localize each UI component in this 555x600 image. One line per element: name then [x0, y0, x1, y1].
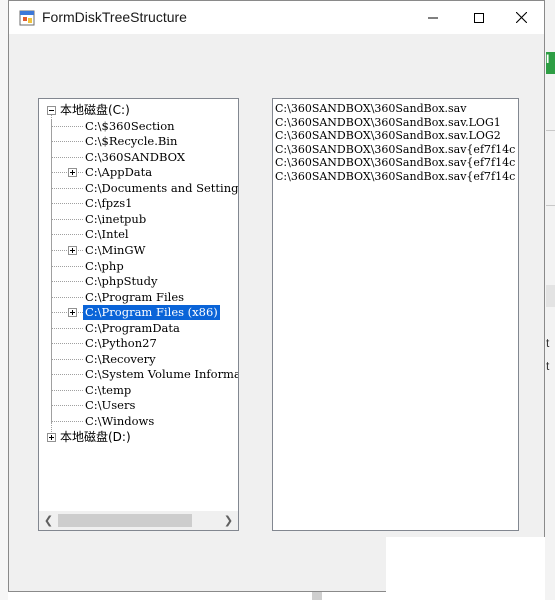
minimize-icon: [428, 17, 438, 18]
tree-node-folder[interactable]: C:\Program Files: [85, 290, 184, 305]
tree-node-folder[interactable]: C:\Windows: [85, 414, 154, 429]
background-green-tab: I: [546, 52, 555, 74]
background-divider: [546, 130, 555, 131]
background-window-corner: [386, 537, 545, 600]
horizontal-scrollbar[interactable]: ❮ ❯: [39, 511, 238, 530]
list-item[interactable]: C:\360SANDBOX\360SandBox.sav.LOG1: [275, 116, 501, 129]
tree-node-folder[interactable]: C:\Intel: [85, 227, 129, 242]
tree-node-folder[interactable]: C:\php: [85, 259, 124, 274]
app-icon[interactable]: [19, 10, 35, 26]
tree-node-folder[interactable]: C:\AppData: [85, 165, 152, 180]
background-text: t: [546, 359, 550, 373]
tree-connector: [51, 249, 83, 251]
tree-connector: [51, 172, 83, 174]
tree-connector: [51, 156, 83, 158]
expand-icon[interactable]: [47, 432, 56, 442]
disk-tree-view[interactable]: 本地磁盘(C:) C:\$360Section C:\$Recycle.Bin C:\…: [38, 98, 239, 531]
tree-node-folder[interactable]: C:\Users: [85, 398, 135, 413]
maximize-icon: [474, 12, 484, 23]
tree-connector: [51, 234, 83, 236]
tree-node-folder[interactable]: C:\inetpub: [85, 212, 146, 227]
minimize-button[interactable]: [410, 1, 456, 34]
file-list-box[interactable]: C:\360SANDBOX\360SandBox.sav C:\360SANDBO…: [272, 98, 519, 531]
tree-content: 本地磁盘(C:) C:\$360Section C:\$Recycle.Bin C:\…: [39, 99, 238, 511]
expand-icon[interactable]: [68, 168, 77, 178]
collapse-icon[interactable]: [47, 106, 56, 115]
tree-node-folder[interactable]: C:\Documents and Settings: [85, 181, 238, 196]
scroll-right-icon[interactable]: ❯: [220, 511, 237, 530]
tree-node-folder[interactable]: C:\Recovery: [85, 352, 156, 367]
tree-connector: [51, 327, 83, 329]
tree-connector: [51, 281, 83, 283]
tree-connector: [51, 125, 83, 127]
tree-node-folder[interactable]: C:\System Volume Information: [85, 367, 238, 382]
scroll-left-icon[interactable]: ❮: [40, 511, 57, 530]
background-text: t: [546, 336, 550, 350]
tree-node-folder[interactable]: C:\$360Section: [85, 119, 175, 134]
main-window: FormDiskTreeStructure 本地磁盘(C:) C:\$360Sec…: [8, 0, 545, 592]
tree-connector: [51, 358, 83, 360]
expand-icon[interactable]: [68, 245, 77, 255]
scrollbar-thumb[interactable]: [58, 514, 192, 527]
list-item[interactable]: C:\360SANDBOX\360SandBox.sav{ef7f14c: [275, 156, 515, 169]
tree-node-folder[interactable]: C:\phpStudy: [85, 274, 157, 289]
tree-node-drive[interactable]: 本地磁盘(C:): [60, 103, 130, 118]
background-window-edge: [0, 0, 8, 600]
tree-node-folder[interactable]: C:\fpzs1: [85, 196, 132, 211]
tree-connector: [51, 421, 83, 422]
list-item[interactable]: C:\360SANDBOX\360SandBox.sav: [275, 102, 466, 115]
background-divider: [546, 205, 555, 206]
background-gray-block: [546, 285, 555, 307]
tree-connector: [51, 115, 52, 432]
expand-icon[interactable]: [68, 308, 77, 318]
list-item[interactable]: C:\360SANDBOX\360SandBox.sav.LOG2: [275, 129, 501, 142]
window-title: FormDiskTreeStructure: [42, 9, 187, 25]
tree-node-folder[interactable]: C:\Program Files (x86): [83, 305, 220, 321]
list-item[interactable]: C:\360SANDBOX\360SandBox.sav{ef7f14c: [275, 143, 515, 156]
tree-node-drive[interactable]: 本地磁盘(D:): [60, 430, 131, 445]
tree-connector: [51, 203, 83, 205]
list-item[interactable]: C:\360SANDBOX\360SandBox.sav{ef7f14c: [275, 170, 515, 183]
tree-connector: [51, 265, 83, 267]
tree-node-folder[interactable]: C:\Python27: [85, 336, 157, 351]
tree-connector: [51, 374, 83, 376]
tree-connector: [51, 187, 83, 189]
tree-node-folder[interactable]: C:\MinGW: [85, 243, 145, 258]
background-taskbar-segment: [312, 592, 322, 600]
tree-connector: [51, 141, 83, 143]
tree-connector: [51, 312, 83, 314]
tree-connector: [51, 343, 83, 345]
tree-node-folder[interactable]: C:\ProgramData: [85, 321, 180, 336]
title-bar[interactable]: FormDiskTreeStructure: [9, 1, 544, 34]
close-button[interactable]: [498, 1, 544, 34]
tree-connector: [51, 218, 83, 220]
tree-node-folder[interactable]: C:\360SANDBOX: [85, 150, 185, 165]
tree-connector: [51, 405, 83, 407]
tree-connector: [51, 296, 83, 298]
maximize-button[interactable]: [456, 1, 502, 34]
tree-node-folder[interactable]: C:\temp: [85, 383, 131, 398]
tree-node-folder[interactable]: C:\$Recycle.Bin: [85, 134, 177, 149]
tree-connector: [51, 389, 83, 391]
close-icon: [515, 12, 527, 23]
